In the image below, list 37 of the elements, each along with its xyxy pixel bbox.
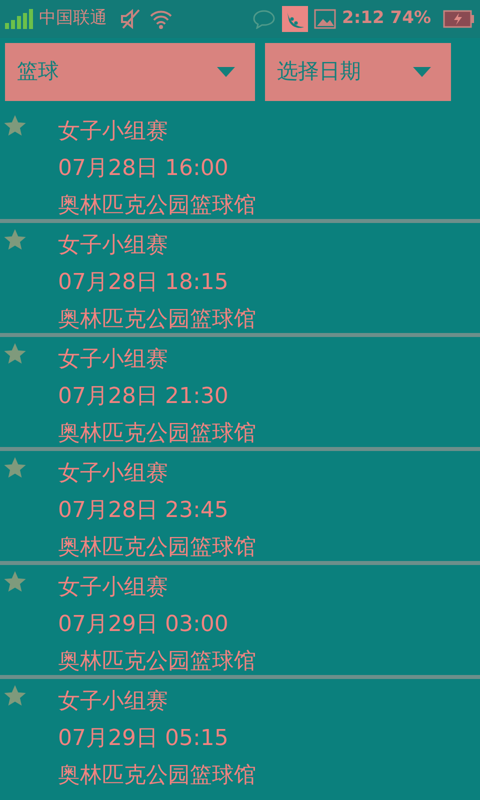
match-row[interactable]: 女子小组赛 07月29日 03:00 奥林匹克公园篮球馆 (0, 565, 480, 675)
match-row[interactable]: 女子小组赛 07月29日 05:15 奥林匹克公园篮球馆 (0, 679, 480, 789)
match-title: 女子小组赛 (58, 460, 169, 488)
match-time: 07月28日 21:30 (58, 383, 230, 411)
caret-icon (217, 67, 235, 77)
caret-icon (413, 67, 431, 77)
venue-name: 奥林匹克公园篮球馆 (58, 192, 256, 220)
match-time: 07月29日 03:00 (58, 611, 230, 639)
match-row[interactable]: 女子小组赛 07月28日 23:45 奥林匹克公园篮球馆 (0, 451, 480, 561)
chat-icon (252, 9, 276, 29)
venue-name: 奥林匹克公园篮球馆 (58, 534, 256, 562)
venue-name: 奥林匹克公园篮球馆 (58, 648, 256, 676)
match-row[interactable]: 女子小组赛 07月28日 18:15 奥林匹克公园篮球馆 (0, 223, 480, 333)
match-row[interactable]: 女子小组赛 07月28日 16:00 奥林匹克公园篮球馆 (0, 109, 480, 219)
carrier-name: 中国联通 (39, 7, 107, 30)
battery-percent: 74% (390, 7, 431, 30)
match-title: 女子小组赛 (58, 118, 169, 146)
image-icon (314, 9, 336, 29)
match-time: 07月29日 05:15 (58, 725, 230, 753)
venue-name: 奥林匹克公园篮球馆 (58, 420, 256, 448)
match-title: 女子小组赛 (58, 346, 169, 374)
wifi-icon (149, 9, 173, 29)
venue-name: 奥林匹克公园篮球馆 (58, 762, 256, 790)
match-time: 07月28日 16:00 (58, 155, 230, 183)
clock-time: 2:12 (342, 7, 384, 30)
match-time: 07月28日 23:45 (58, 497, 230, 525)
battery-icon (443, 10, 475, 28)
match-row[interactable]: 女子小组赛 07月28日 21:30 奥林匹克公园篮球馆 (0, 337, 480, 447)
peapod-icon (282, 6, 308, 32)
match-title: 女子小组赛 (58, 232, 169, 260)
match-title: 女子小组赛 (58, 688, 169, 716)
match-time: 07月28日 18:15 (58, 269, 230, 297)
dropdown[interactable]: 篮球 (5, 43, 255, 101)
match-title: 女子小组赛 (58, 574, 169, 602)
venue-name: 奥林匹克公园篮球馆 (58, 306, 256, 334)
dropdown[interactable]: 选择日期 (265, 43, 451, 101)
signal-icon (5, 9, 33, 29)
